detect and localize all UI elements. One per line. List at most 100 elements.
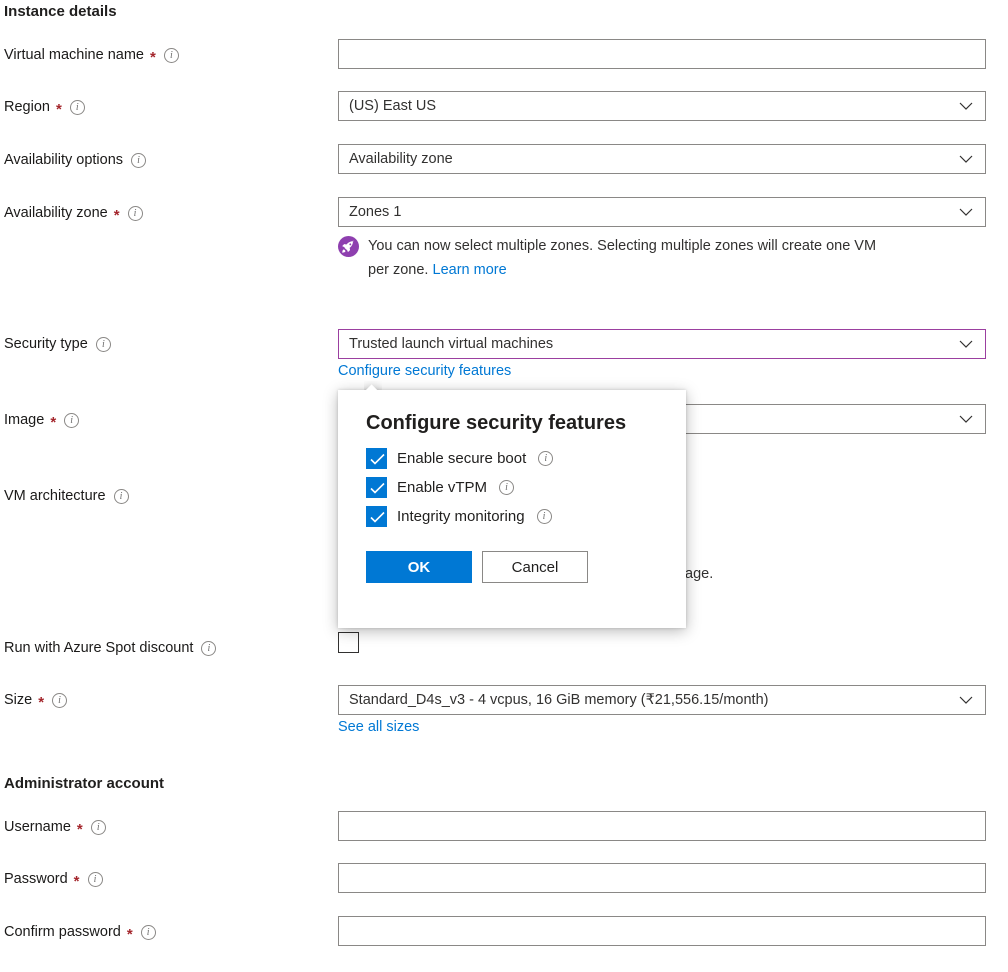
vtpm-label: Enable vTPM: [397, 479, 487, 496]
label-text: Confirm password: [4, 923, 121, 942]
username-field[interactable]: [338, 811, 986, 841]
image-note-fragment: age.: [685, 566, 713, 582]
info-icon[interactable]: i: [128, 206, 143, 221]
info-icon[interactable]: i: [201, 641, 216, 656]
dialog-body: Configure security features Enable secur…: [338, 390, 686, 628]
virtual-machine-name-field[interactable]: [338, 39, 986, 69]
rocket-icon: [338, 236, 359, 257]
availability-zone-value: Zones 1: [349, 204, 959, 220]
label-text: Username: [4, 818, 71, 837]
required-asterisk: *: [150, 52, 156, 64]
confirm-password-field[interactable]: [338, 916, 986, 946]
label-size: Size * i: [4, 691, 67, 710]
required-asterisk: *: [77, 824, 83, 836]
vm-create-basics-form: Instance details Virtual machine name * …: [0, 0, 1008, 972]
availability-options-field[interactable]: Availability zone: [338, 144, 986, 174]
required-asterisk: *: [74, 876, 80, 888]
region-field[interactable]: (US) East US: [338, 91, 986, 121]
label-vm-architecture: VM architecture i: [4, 487, 129, 506]
security-type-field[interactable]: Trusted launch virtual machines Configur…: [338, 329, 986, 379]
label-text: Run with Azure Spot discount: [4, 639, 193, 658]
info-icon[interactable]: i: [538, 451, 553, 466]
callout-beak: [364, 381, 382, 390]
vtpm-checkbox[interactable]: [366, 477, 387, 498]
label-text: Availability options: [4, 151, 123, 170]
azure-spot-discount-field[interactable]: [338, 632, 986, 653]
chevron-down-icon: [959, 693, 973, 707]
required-asterisk: *: [56, 104, 62, 116]
chevron-down-icon: [959, 99, 973, 113]
info-icon[interactable]: i: [64, 413, 79, 428]
label-text: Password: [4, 870, 68, 889]
chevron-down-icon: [959, 205, 973, 219]
section-heading-instance-details: Instance details: [4, 3, 117, 20]
label-password: Password * i: [4, 870, 103, 889]
required-asterisk: *: [114, 210, 120, 222]
size-dropdown[interactable]: Standard_D4s_v3 - 4 vcpus, 16 GiB memory…: [338, 685, 986, 715]
password-field[interactable]: [338, 863, 986, 893]
region-value: (US) East US: [349, 98, 959, 114]
configure-security-features-link[interactable]: Configure security features: [338, 363, 511, 379]
label-region: Region * i: [4, 98, 85, 117]
info-icon[interactable]: i: [499, 480, 514, 495]
checkbox-row-secure-boot[interactable]: Enable secure boot i: [366, 448, 662, 469]
security-type-dropdown[interactable]: Trusted launch virtual machines: [338, 329, 986, 359]
label-text: Virtual machine name: [4, 46, 144, 65]
required-asterisk: *: [127, 929, 133, 941]
configure-security-features-dialog: Configure security features Enable secur…: [338, 390, 686, 628]
size-field[interactable]: Standard_D4s_v3 - 4 vcpus, 16 GiB memory…: [338, 685, 986, 735]
section-heading-administrator-account: Administrator account: [4, 775, 164, 792]
label-availability-zone: Availability zone * i: [4, 204, 143, 223]
info-icon[interactable]: i: [141, 925, 156, 940]
label-security-type: Security type i: [4, 335, 111, 354]
chevron-down-icon: [959, 412, 973, 426]
banner-text: You can now select multiple zones. Selec…: [368, 234, 876, 282]
integrity-monitoring-label: Integrity monitoring: [397, 508, 525, 525]
checkbox-row-vtpm[interactable]: Enable vTPM i: [366, 477, 662, 498]
label-virtual-machine-name: Virtual machine name * i: [4, 46, 179, 65]
banner-line2: per zone.: [368, 262, 428, 278]
chevron-down-icon: [959, 337, 973, 351]
region-dropdown[interactable]: (US) East US: [338, 91, 986, 121]
info-icon[interactable]: i: [88, 872, 103, 887]
info-icon[interactable]: i: [131, 153, 146, 168]
availability-zone-dropdown[interactable]: Zones 1: [338, 197, 986, 227]
virtual-machine-name-input[interactable]: [338, 39, 986, 69]
see-all-sizes-link[interactable]: See all sizes: [338, 719, 419, 735]
cancel-button[interactable]: Cancel: [482, 551, 588, 583]
availability-zone-field[interactable]: Zones 1: [338, 197, 986, 227]
availability-options-value: Availability zone: [349, 151, 959, 167]
checkbox-row-integrity-monitoring[interactable]: Integrity monitoring i: [366, 506, 662, 527]
info-icon[interactable]: i: [52, 693, 67, 708]
info-icon[interactable]: i: [91, 820, 106, 835]
label-availability-options: Availability options i: [4, 151, 146, 170]
username-input[interactable]: [338, 811, 986, 841]
label-text: Size: [4, 691, 32, 710]
label-text: VM architecture: [4, 487, 106, 506]
required-asterisk: *: [50, 417, 56, 429]
label-username: Username * i: [4, 818, 106, 837]
label-image: Image * i: [4, 411, 79, 430]
banner-line1: You can now select multiple zones. Selec…: [368, 238, 876, 254]
size-value: Standard_D4s_v3 - 4 vcpus, 16 GiB memory…: [349, 692, 959, 708]
integrity-monitoring-checkbox[interactable]: [366, 506, 387, 527]
label-text: Region: [4, 98, 50, 117]
availability-options-dropdown[interactable]: Availability zone: [338, 144, 986, 174]
secure-boot-checkbox[interactable]: [366, 448, 387, 469]
info-icon[interactable]: i: [70, 100, 85, 115]
ok-button[interactable]: OK: [366, 551, 472, 583]
confirm-password-input[interactable]: [338, 916, 986, 946]
info-icon[interactable]: i: [537, 509, 552, 524]
label-text: Availability zone: [4, 204, 108, 223]
dialog-title: Configure security features: [366, 410, 662, 436]
info-icon[interactable]: i: [114, 489, 129, 504]
azure-spot-discount-checkbox[interactable]: [338, 632, 359, 653]
info-icon[interactable]: i: [96, 337, 111, 352]
learn-more-link[interactable]: Learn more: [433, 262, 507, 278]
password-input[interactable]: [338, 863, 986, 893]
label-text: Security type: [4, 335, 88, 354]
label-confirm-password: Confirm password * i: [4, 923, 156, 942]
secure-boot-label: Enable secure boot: [397, 450, 526, 467]
label-text: Image: [4, 411, 44, 430]
info-icon[interactable]: i: [164, 48, 179, 63]
